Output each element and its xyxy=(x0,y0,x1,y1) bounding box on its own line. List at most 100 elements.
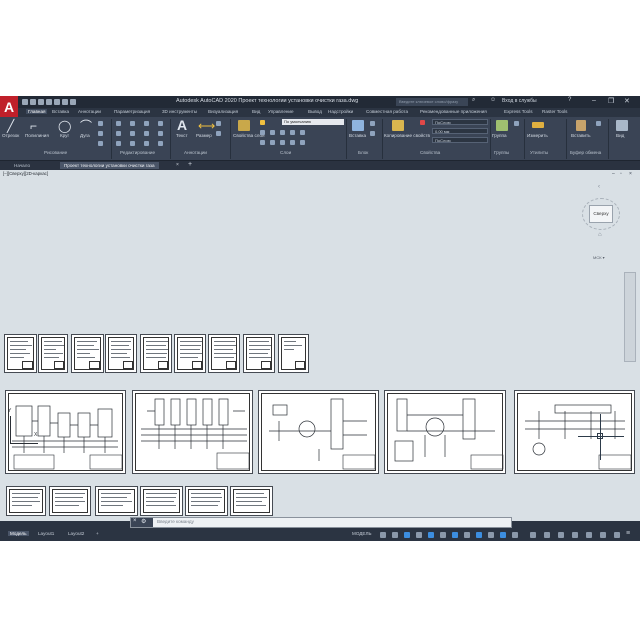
tab-manage[interactable]: Управление xyxy=(268,109,294,114)
ortho-icon[interactable] xyxy=(404,532,410,538)
specification-sheet[interactable] xyxy=(95,486,138,516)
tab-raster-tools[interactable]: Raster Tools xyxy=(542,109,567,114)
layer-match-icon[interactable] xyxy=(300,130,305,135)
line-button[interactable]: Отрезок xyxy=(2,133,19,138)
arc-icon[interactable]: ⌒ xyxy=(80,120,92,132)
annotation-visibility-icon[interactable] xyxy=(530,532,536,538)
viewport-restore-icon[interactable]: ▫ xyxy=(620,171,622,177)
viewport-controls-label[interactable]: [–][Сверху][2D-каркас] xyxy=(3,171,48,176)
open-file-icon[interactable] xyxy=(30,99,36,105)
trim-icon[interactable] xyxy=(144,121,149,126)
view-base-icon[interactable] xyxy=(616,120,628,131)
match-properties-icon[interactable] xyxy=(392,120,404,131)
specification-sheet[interactable] xyxy=(140,486,183,516)
paste-icon[interactable] xyxy=(576,120,586,131)
dimension-button[interactable]: Размер xyxy=(196,133,212,138)
fillet-icon[interactable] xyxy=(144,131,149,136)
units-icon[interactable] xyxy=(572,532,578,538)
hatch-icon[interactable] xyxy=(98,131,103,136)
layer-unisolate-icon[interactable] xyxy=(270,140,275,145)
dimension-icon[interactable]: ⟷ xyxy=(198,120,215,132)
search-input[interactable]: Введите ключевое слово/фразу xyxy=(396,98,468,106)
leader-icon[interactable] xyxy=(216,121,221,126)
wrench-icon[interactable]: ⚙ xyxy=(141,518,146,525)
schematic-sheet[interactable] xyxy=(258,390,379,474)
schematic-sheet[interactable] xyxy=(132,390,253,474)
line-icon[interactable]: ╱ xyxy=(7,120,14,132)
layer-freeze-icon[interactable] xyxy=(280,130,285,135)
plot-icon[interactable] xyxy=(54,99,60,105)
close-tab-icon[interactable]: × xyxy=(176,162,179,168)
ungroup-icon[interactable] xyxy=(514,121,519,126)
layers-panel-title[interactable]: Слои xyxy=(280,150,291,155)
annotation-scale-icon[interactable] xyxy=(512,532,518,538)
save-as-icon[interactable] xyxy=(46,99,52,105)
tab-drawing-file[interactable]: Проект технологии установки очистки газа xyxy=(60,162,159,169)
undo-icon[interactable] xyxy=(62,99,68,105)
customize-menu-icon[interactable]: ≡ xyxy=(626,530,630,537)
match-properties-button[interactable]: Копирование свойств xyxy=(384,133,430,138)
lightbulb-icon[interactable] xyxy=(260,120,265,125)
save-icon[interactable] xyxy=(38,99,44,105)
restore-icon[interactable]: ❐ xyxy=(608,97,614,105)
new-tab-icon[interactable]: + xyxy=(188,161,192,168)
specification-sheet[interactable] xyxy=(49,486,91,516)
table-icon[interactable] xyxy=(216,131,221,136)
viewport-minimize-icon[interactable]: – xyxy=(612,171,615,177)
layer-unlock-icon[interactable] xyxy=(290,140,295,145)
draw-panel-title[interactable]: Рисование xyxy=(44,150,67,155)
drawing-canvas[interactable]: [–][Сверху][2D-каркас] – ▫ × Сверху ‹ ⌂ … xyxy=(0,170,640,521)
schematic-sheet[interactable] xyxy=(5,390,126,474)
isolate-objects-icon[interactable] xyxy=(600,532,606,538)
drawing-sheet[interactable] xyxy=(208,334,240,373)
mirror-icon[interactable] xyxy=(130,131,135,136)
specification-sheet[interactable] xyxy=(185,486,228,516)
block-edit-icon[interactable] xyxy=(370,131,375,136)
help-icon[interactable]: ? xyxy=(568,97,571,103)
groups-panel-title[interactable]: Группы xyxy=(494,150,509,155)
rectangle-icon[interactable] xyxy=(98,121,103,126)
close-icon[interactable]: ✕ xyxy=(624,97,630,105)
schematic-sheet[interactable] xyxy=(384,390,506,474)
quick-properties-icon[interactable] xyxy=(586,532,592,538)
paste-button[interactable]: Вставить xyxy=(571,133,590,138)
wcs-menu[interactable]: МСК ▾ xyxy=(593,255,605,260)
offset-icon[interactable] xyxy=(158,141,163,146)
drawing-sheet[interactable] xyxy=(243,334,275,373)
spline-icon[interactable] xyxy=(98,141,103,146)
drawing-sheet[interactable] xyxy=(174,334,206,373)
command-input[interactable]: Введите команду xyxy=(157,519,194,524)
polyline-icon[interactable]: ⌐ xyxy=(30,120,37,132)
measure-button[interactable]: Измерить xyxy=(527,133,548,138)
workspace-icon[interactable] xyxy=(544,532,550,538)
tab-insert[interactable]: Вставка xyxy=(52,109,69,114)
tab-annotate[interactable]: Аннотации xyxy=(78,109,101,114)
block-panel-title[interactable]: Блок xyxy=(358,150,368,155)
tab-collaborate[interactable]: Совместная работа xyxy=(366,109,408,114)
tab-output[interactable]: Вывод xyxy=(308,109,322,114)
circle-button[interactable]: Круг xyxy=(60,133,69,138)
snap-icon[interactable] xyxy=(392,532,398,538)
sign-in-link[interactable]: Вход в службы xyxy=(502,98,537,104)
drawing-sheet[interactable] xyxy=(4,334,37,373)
command-line[interactable]: × ⚙ Введите команду xyxy=(130,517,512,528)
text-button[interactable]: Текст xyxy=(176,133,188,138)
annotation-panel-title[interactable]: Аннотации xyxy=(184,150,207,155)
move-icon[interactable] xyxy=(116,121,121,126)
transparency-icon[interactable] xyxy=(464,532,470,538)
group-icon[interactable] xyxy=(496,120,508,131)
layer-thaw-icon[interactable] xyxy=(280,140,285,145)
command-line-icons[interactable]: × ⚙ xyxy=(131,518,153,527)
polar-icon[interactable] xyxy=(416,532,422,538)
explode-icon[interactable] xyxy=(158,131,163,136)
search-icon[interactable]: ⌕ xyxy=(472,97,475,104)
tab-view[interactable]: Вид xyxy=(252,109,260,114)
navigation-bar[interactable] xyxy=(624,272,636,362)
polyline-button[interactable]: Полилиния xyxy=(25,133,49,138)
otrack-icon[interactable] xyxy=(440,532,446,538)
properties-panel-title[interactable]: Свойства xyxy=(420,150,440,155)
arc-button[interactable]: Дуга xyxy=(80,133,90,138)
tab-featured-apps[interactable]: Рекомендованные приложения xyxy=(420,109,487,114)
layer-dropdown[interactable]: По умолчанию xyxy=(282,119,344,125)
layer-walk-icon[interactable] xyxy=(260,140,265,145)
